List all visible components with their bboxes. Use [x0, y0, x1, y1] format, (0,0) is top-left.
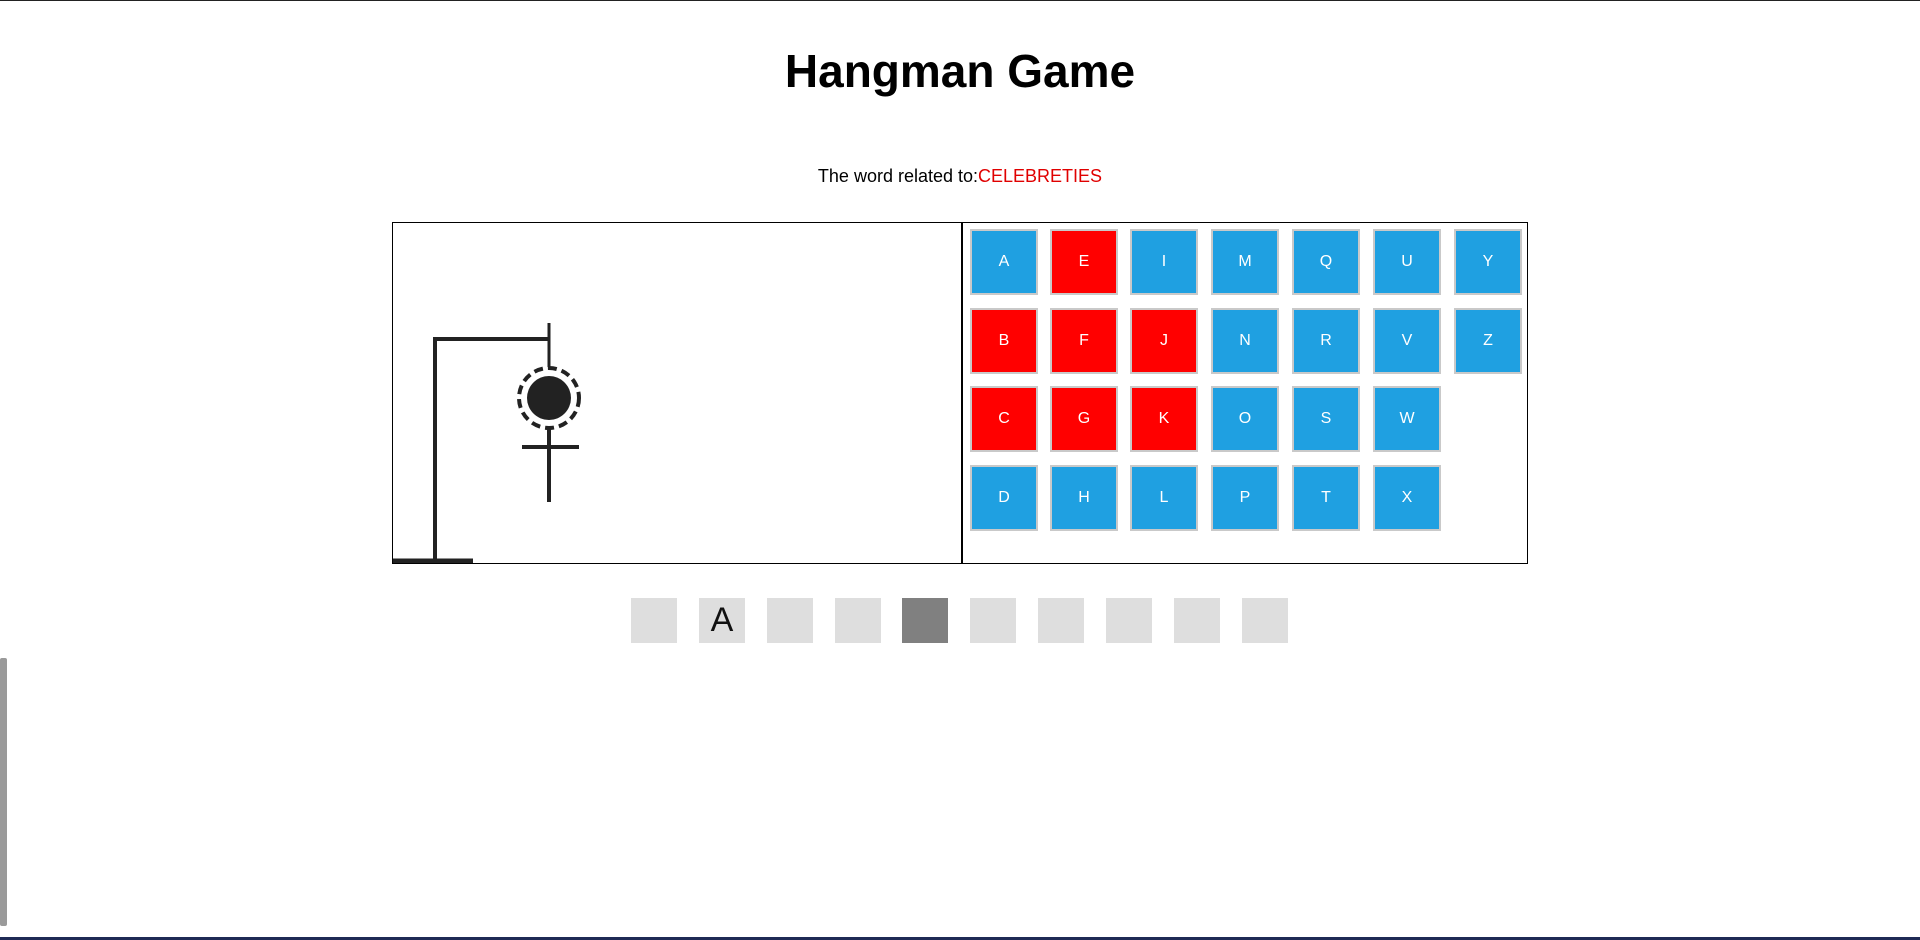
word-slot — [1038, 598, 1084, 643]
letter-button-g[interactable]: G — [1050, 386, 1118, 452]
word-slot — [1174, 598, 1220, 643]
letter-button-f[interactable]: F — [1050, 308, 1118, 374]
letter-button-t[interactable]: T — [1292, 465, 1360, 531]
word-slot — [1106, 598, 1152, 643]
category-line: The word related to:CELEBRETIES — [0, 166, 1920, 187]
letter-button-c[interactable]: C — [970, 386, 1038, 452]
word-slot — [835, 598, 881, 643]
letter-button-a[interactable]: A — [970, 229, 1038, 295]
hangman-drawing — [393, 223, 963, 563]
letter-button-v[interactable]: V — [1373, 308, 1441, 374]
letter-button-b[interactable]: B — [970, 308, 1038, 374]
letter-button-x[interactable]: X — [1373, 465, 1441, 531]
game-board: ABCD EFGH IJKL MNOP QRST UVWX YZ — [392, 222, 1528, 564]
letter-button-q[interactable]: Q — [1292, 229, 1360, 295]
letter-button-u[interactable]: U — [1373, 229, 1441, 295]
letter-button-l[interactable]: L — [1130, 465, 1198, 531]
word-slot — [631, 598, 677, 643]
category-prefix: The word related to: — [817, 166, 979, 186]
letter-button-r[interactable]: R — [1292, 308, 1360, 374]
word-slot — [970, 598, 1016, 643]
top-border — [0, 0, 1920, 1]
hangman-figure — [393, 323, 581, 563]
category-value: CELEBRETIES — [978, 166, 1103, 186]
letter-button-i[interactable]: I — [1130, 229, 1198, 295]
letter-button-y[interactable]: Y — [1454, 229, 1522, 295]
letter-button-m[interactable]: M — [1211, 229, 1279, 295]
word-slot — [1242, 598, 1288, 643]
letter-button-h[interactable]: H — [1050, 465, 1118, 531]
letter-button-e[interactable]: E — [1050, 229, 1118, 295]
letter-button-k[interactable]: K — [1130, 386, 1198, 452]
letter-button-z[interactable]: Z — [1454, 308, 1522, 374]
letter-button-d[interactable]: D — [970, 465, 1038, 531]
letter-button-o[interactable]: O — [1211, 386, 1279, 452]
letter-button-w[interactable]: W — [1373, 386, 1441, 452]
letter-button-s[interactable]: S — [1292, 386, 1360, 452]
letter-button-n[interactable]: N — [1211, 308, 1279, 374]
hangman-head — [527, 376, 571, 420]
word-slot: A — [699, 598, 745, 643]
word-slot — [902, 598, 948, 643]
page-title: Hangman Game — [784, 45, 1136, 97]
scrollbar[interactable] — [0, 658, 7, 926]
letter-button-j[interactable]: J — [1130, 308, 1198, 374]
word-slot — [767, 598, 813, 643]
letter-button-p[interactable]: P — [1211, 465, 1279, 531]
